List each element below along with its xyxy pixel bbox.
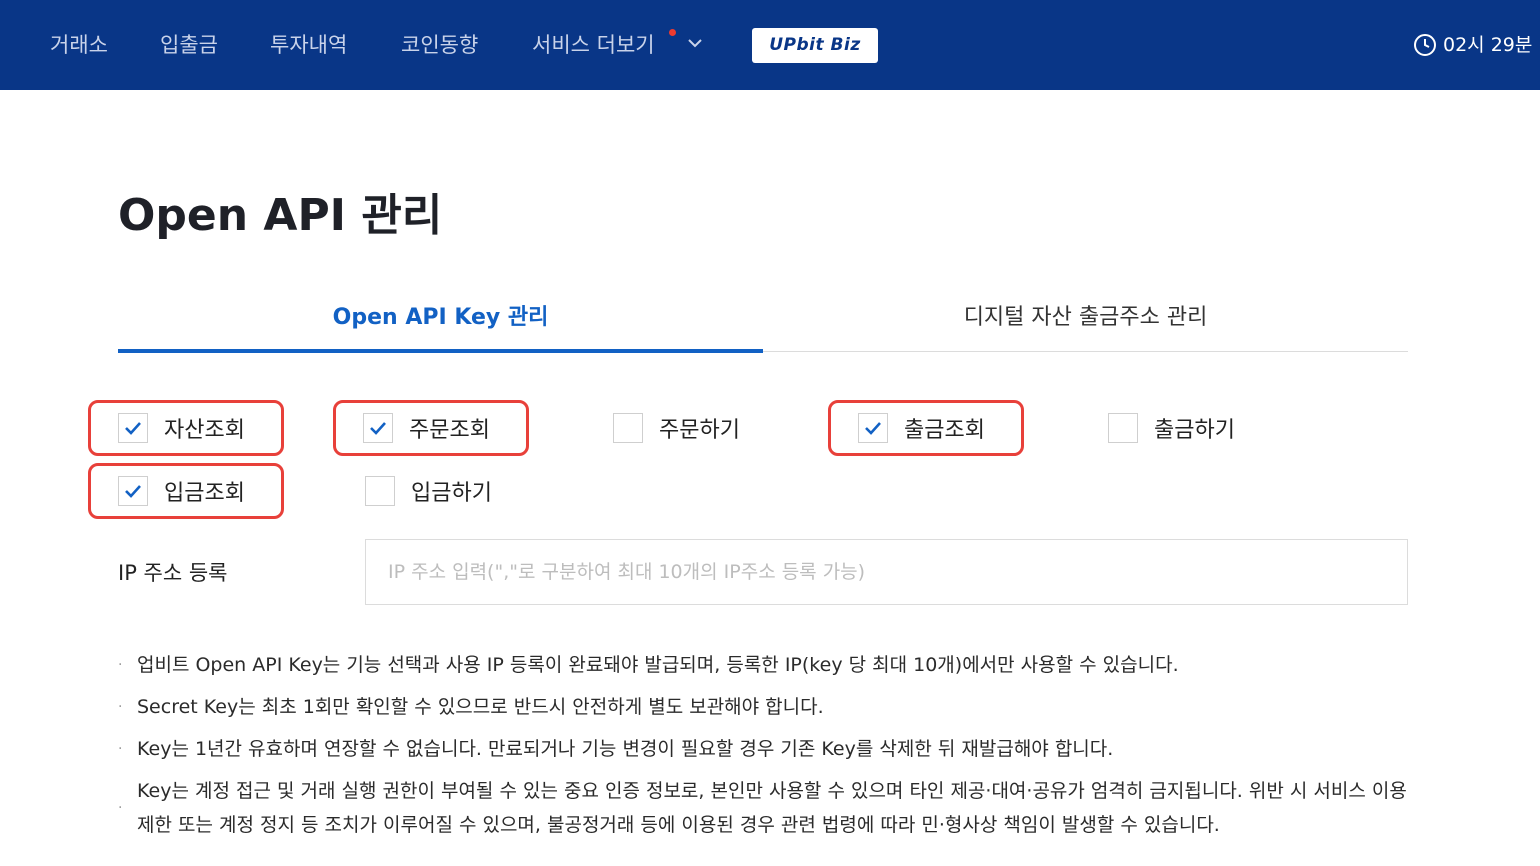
- clock-icon: [1414, 34, 1436, 56]
- check-icon: [865, 422, 881, 435]
- top-navigation-bar: 거래소 입출금 투자내역 코인동향 서비스 더보기 UPbit Biz 02시 …: [0, 0, 1540, 90]
- active-tab-indicator: [118, 349, 763, 353]
- notice-item: · 업비트 Open API Key는 기능 선택과 사용 IP 등록이 완료돼야…: [118, 648, 1418, 682]
- checkbox-label: 주문조회: [409, 418, 490, 443]
- checkbox-label: 주문하기: [659, 418, 740, 443]
- checkbox-label: 자산조회: [164, 418, 245, 443]
- checkbox-deposit[interactable]: 입금하기: [337, 463, 533, 519]
- ip-address-input[interactable]: [365, 539, 1408, 605]
- upbit-biz-button[interactable]: UPbit Biz: [752, 28, 878, 63]
- notice-text: Key는 계정 접근 및 거래 실행 권한이 부여될 수 있는 중요 인증 정보…: [137, 780, 1407, 836]
- checkbox-label: 입금하기: [411, 481, 492, 506]
- checkbox-box[interactable]: [613, 413, 643, 443]
- bullet: ·: [118, 800, 123, 816]
- check-icon: [125, 422, 141, 435]
- notice-item: · Key는 계정 접근 및 거래 실행 권한이 부여될 수 있는 중요 인증 정…: [118, 774, 1418, 842]
- bullet: ·: [118, 657, 123, 673]
- bullet: ·: [118, 741, 123, 757]
- tab-open-api-key[interactable]: Open API Key 관리: [118, 298, 763, 342]
- page-title: Open API 관리: [118, 190, 443, 241]
- checkbox-label: 출금조회: [904, 418, 985, 443]
- nav-item-deposit-withdraw[interactable]: 입출금: [160, 30, 218, 60]
- checkbox-asset-inquiry[interactable]: 자산조회: [88, 400, 284, 456]
- checkbox-label: 출금하기: [1154, 418, 1235, 443]
- tab-withdrawal-address[interactable]: 디지털 자산 출금주소 관리: [763, 298, 1408, 342]
- checkbox-label: 입금조회: [164, 481, 245, 506]
- bullet: ·: [118, 699, 123, 715]
- check-icon: [125, 485, 141, 498]
- notice-list: · 업비트 Open API Key는 기능 선택과 사용 IP 등록이 완료돼야…: [118, 648, 1418, 850]
- notice-text: Secret Key는 최초 1회만 확인할 수 있으므로 반드시 안전하게 별…: [137, 696, 824, 718]
- notice-item: · Key는 1년간 유효하며 연장할 수 없습니다. 만료되거나 기능 변경이 …: [118, 732, 1418, 766]
- nav-item-more-services[interactable]: 서비스 더보기: [532, 30, 655, 60]
- checkbox-box[interactable]: [118, 413, 148, 443]
- clock: 02시 29분: [1413, 30, 1532, 60]
- checkbox-box[interactable]: [858, 413, 888, 443]
- checkbox-box[interactable]: [1108, 413, 1138, 443]
- ip-field-label: IP 주소 등록: [118, 561, 228, 585]
- notification-dot: [669, 29, 676, 36]
- checkbox-withdraw[interactable]: 출금하기: [1080, 400, 1276, 456]
- clock-time: 02시 29분: [1443, 34, 1533, 56]
- checkbox-order-inquiry[interactable]: 주문조회: [333, 400, 529, 456]
- check-icon: [370, 422, 386, 435]
- nav-item-exchange[interactable]: 거래소: [50, 30, 108, 60]
- checkbox-deposit-inquiry[interactable]: 입금조회: [88, 463, 284, 519]
- checkbox-box[interactable]: [365, 476, 395, 506]
- checkbox-place-order[interactable]: 주문하기: [585, 400, 781, 456]
- chevron-down-icon[interactable]: [686, 34, 704, 52]
- notice-text: 업비트 Open API Key는 기능 선택과 사용 IP 등록이 완료돼야 …: [137, 654, 1179, 676]
- checkbox-box[interactable]: [363, 413, 393, 443]
- notice-text: Key는 1년간 유효하며 연장할 수 없습니다. 만료되거나 기능 변경이 필…: [137, 738, 1114, 760]
- nav-item-investments[interactable]: 투자내역: [270, 30, 347, 60]
- checkbox-withdraw-inquiry[interactable]: 출금조회: [828, 400, 1024, 456]
- notice-item: · Secret Key는 최초 1회만 확인할 수 있으므로 반드시 안전하게 …: [118, 690, 1418, 724]
- nav-item-coin-trends[interactable]: 코인동향: [401, 30, 478, 60]
- checkbox-box[interactable]: [118, 476, 148, 506]
